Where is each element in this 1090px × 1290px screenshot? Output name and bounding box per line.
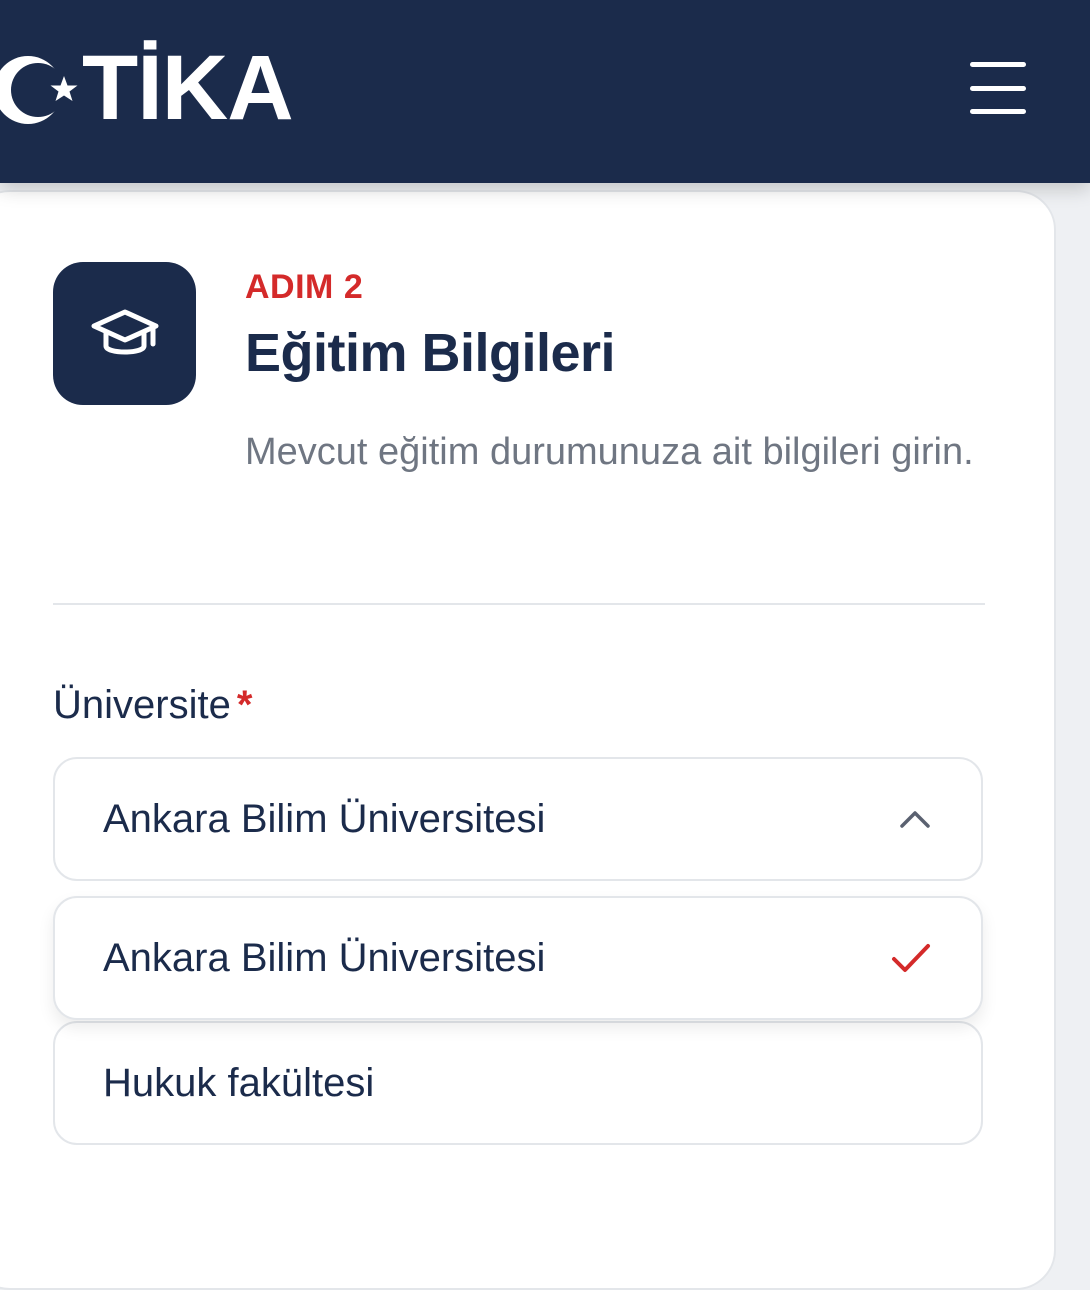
university-option-ankara-bilim[interactable]: Ankara Bilim Üniversitesi (53, 896, 983, 1020)
step-title: Eğitim Bilgileri (245, 323, 616, 383)
university-select[interactable]: Ankara Bilim Üniversitesi (53, 757, 983, 881)
step-description: Mevcut eğitim durumunuza ait bilgileri g… (245, 431, 974, 473)
option-label: Hukuk fakültesi (103, 1060, 375, 1105)
section-divider (53, 603, 985, 605)
required-marker: * (236, 683, 253, 727)
tika-logo[interactable]: TİKA (0, 37, 294, 139)
top-header: TİKA (0, 0, 1090, 183)
step-number-label: ADIM 2 (245, 268, 364, 306)
chevron-up-icon (900, 811, 930, 828)
logo-text: TİKA (82, 37, 294, 139)
university-label-text: Üniversite (53, 683, 231, 727)
checkmark-icon (892, 944, 930, 972)
crescent-star-icon (0, 56, 78, 124)
option-label: Ankara Bilim Üniversitesi (103, 935, 546, 980)
step-icon-badge (53, 262, 196, 405)
graduation-cap-icon (91, 309, 158, 354)
hamburger-menu-icon[interactable] (962, 58, 1034, 118)
university-select-value: Ankara Bilim Üniversitesi (103, 796, 546, 841)
university-option-hukuk-fakultesi[interactable]: Hukuk fakültesi (53, 1021, 983, 1145)
university-field-label: Üniversite * (53, 683, 252, 728)
